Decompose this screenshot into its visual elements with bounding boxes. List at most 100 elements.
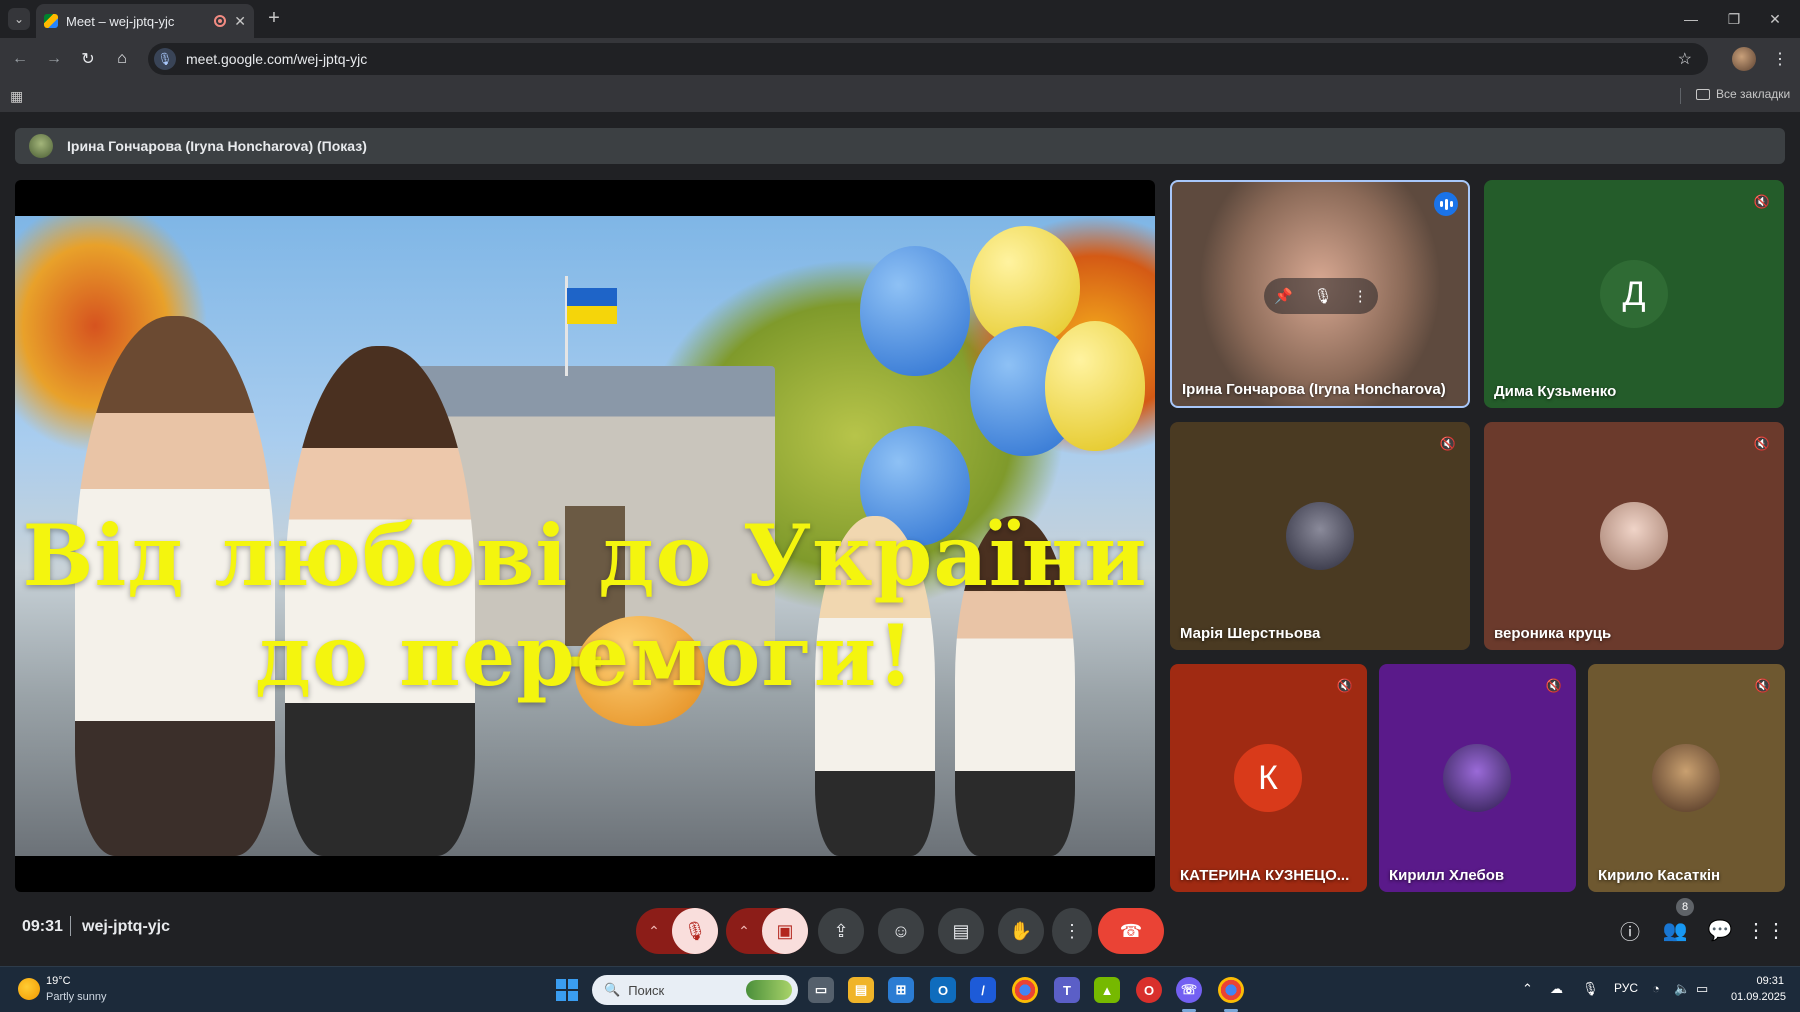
raise-hand-button[interactable]: ✋: [998, 908, 1044, 954]
windows-start-icon[interactable]: [556, 979, 578, 1001]
volume-icon[interactable]: 🔈: [1674, 981, 1690, 997]
tab-search-button[interactable]: ⌄: [8, 8, 30, 30]
camera-off-button[interactable]: ▣: [762, 908, 808, 954]
tab-groups-icon[interactable]: ▦: [10, 88, 26, 104]
participant-tile[interactable]: 🔇 Кирило Касаткін: [1588, 664, 1785, 892]
viber-icon[interactable]: ☏: [1176, 977, 1202, 1003]
meeting-code: wej-jptq-yjc: [82, 918, 171, 935]
microsoft-store-icon[interactable]: ⊞: [888, 977, 914, 1003]
profile-avatar[interactable]: [1732, 47, 1756, 71]
tab-title: Meet – wej-jptq-yjc: [66, 13, 175, 29]
pin-icon[interactable]: 📌: [1274, 287, 1293, 305]
chrome-active-icon[interactable]: [1218, 977, 1244, 1003]
camera-control: ⌃ ▣: [726, 908, 808, 954]
more-options-button[interactable]: ⋮: [1052, 908, 1092, 954]
tab-close-icon[interactable]: ✕: [234, 13, 246, 30]
all-bookmarks-button[interactable]: Все закладки: [1696, 87, 1790, 101]
participant-name: Кирилл Хлебов: [1389, 867, 1505, 884]
presenter-avatar: [29, 134, 53, 158]
participant-tile[interactable]: 📌 🎙 ⋮ Ірина Гончарова (Iryna Honcharova): [1170, 180, 1470, 408]
bookmarks-bar: ▦ Все закладки: [0, 80, 1800, 112]
participant-tile[interactable]: 🔇 Кирилл Хлебов: [1379, 664, 1576, 892]
participant-name: вероника круць: [1494, 625, 1612, 642]
participant-name: Ірина Гончарова (Iryna Honcharova): [1182, 381, 1446, 398]
tray-overflow-icon[interactable]: ⌃: [1522, 981, 1533, 997]
back-button[interactable]: ←: [8, 47, 32, 71]
microphone-tray-icon[interactable]: 🎙: [1582, 981, 1599, 997]
audio-options-chevron-icon[interactable]: ⌃: [636, 908, 672, 954]
video-options-chevron-icon[interactable]: ⌃: [726, 908, 762, 954]
file-explorer-icon[interactable]: ▤: [848, 977, 874, 1003]
present-screen-button[interactable]: ⇪: [818, 908, 864, 954]
reload-button[interactable]: ↻: [76, 47, 100, 71]
taskbar-search[interactable]: 🔍 Поиск: [592, 975, 798, 1005]
address-bar[interactable]: 🎙 meet.google.com/wej-jptq-yjc ☆: [148, 43, 1708, 75]
participant-tile[interactable]: 🔇 Марія Шерстньова: [1170, 422, 1470, 650]
presentation-slide: Від любові до України – до перемоги!: [15, 216, 1155, 856]
tile-controls: 📌 🎙 ⋮: [1264, 278, 1378, 314]
presentation-stage[interactable]: Від любові до України – до перемоги!: [15, 180, 1155, 892]
emoji-reactions-button[interactable]: ☺: [878, 908, 924, 954]
meeting-controls-bar: 09:31 wej-jptq-yjc ⌃ 🎙 ⌃ ▣ ⇪ ☺ ▤ ✋ ⋮ ☎ ⓘ…: [0, 892, 1800, 966]
url-text: meet.google.com/wej-jptq-yjc: [186, 51, 368, 67]
captions-button[interactable]: ▤: [938, 908, 984, 954]
browser-menu-icon[interactable]: ⋮: [1770, 47, 1790, 71]
search-placeholder: Поиск: [628, 982, 665, 998]
participant-tile[interactable]: 🔇 Д Дима Кузьменко: [1484, 180, 1784, 408]
wifi-icon[interactable]: ◔: [1652, 981, 1660, 996]
browser-tab-meet[interactable]: Meet – wej-jptq-yjc ✕: [36, 4, 254, 38]
close-window-button[interactable]: ✕: [1762, 8, 1788, 30]
participant-name: Дима Кузьменко: [1494, 383, 1617, 400]
people-count-badge: 8: [1676, 898, 1694, 916]
mic-off-icon: 🔇: [1754, 678, 1772, 693]
onedrive-icon[interactable]: ☁: [1550, 981, 1563, 997]
participant-name: Кирило Касаткін: [1598, 867, 1721, 884]
mic-off-icon: 🔇: [1439, 436, 1457, 451]
chrome-icon[interactable]: [1012, 977, 1038, 1003]
outlook-icon[interactable]: O: [930, 977, 956, 1003]
task-view-icon[interactable]: ▭: [808, 977, 834, 1003]
microphone-permission-icon[interactable]: 🎙: [154, 48, 176, 70]
avatar: [1286, 502, 1354, 570]
divider: [70, 916, 71, 936]
input-language[interactable]: РУС: [1614, 981, 1638, 995]
folder-icon: [1696, 88, 1710, 100]
taskbar-clock-date[interactable]: 01.09.2025: [1726, 991, 1786, 1003]
taskbar-clock-time[interactable]: 09:31: [1740, 975, 1784, 987]
weather-sun-icon[interactable]: [18, 978, 40, 1000]
more-options-icon[interactable]: ⋮: [1353, 287, 1368, 305]
mic-off-icon: 🔇: [1545, 678, 1563, 693]
search-highlight-image: [746, 980, 792, 1000]
windows-taskbar: 19°C Partly sunny 🔍 Поиск ▭ ▤ ⊞ O / T ▲ …: [0, 966, 1800, 1012]
participant-tile[interactable]: 🔇 К КАТЕРИНА КУЗНЕЦО...: [1170, 664, 1367, 892]
participant-tile[interactable]: 🔇 вероника круць: [1484, 422, 1784, 650]
battery-icon[interactable]: ▭: [1696, 981, 1708, 997]
home-button[interactable]: ⌂: [110, 47, 134, 71]
new-tab-button[interactable]: +: [262, 6, 286, 30]
speaking-indicator-icon: [1434, 192, 1458, 216]
blue-balloon: [860, 246, 970, 376]
nvidia-icon[interactable]: ▲: [1094, 977, 1120, 1003]
meeting-details-icon[interactable]: ⓘ: [1612, 912, 1648, 948]
minimize-button[interactable]: —: [1678, 8, 1704, 30]
mic-off-icon: 🔇: [1753, 436, 1771, 451]
opera-icon[interactable]: O: [1136, 977, 1162, 1003]
mic-off-button[interactable]: 🎙: [672, 908, 718, 954]
avatar: [1443, 744, 1511, 812]
chat-icon[interactable]: 💬: [1702, 912, 1738, 948]
editor-app-icon[interactable]: /: [970, 977, 996, 1003]
forward-button[interactable]: →: [42, 47, 66, 71]
people-icon[interactable]: 👥: [1657, 912, 1693, 948]
all-bookmarks-label: Все закладки: [1716, 87, 1791, 101]
leave-call-button[interactable]: ☎: [1098, 908, 1164, 954]
recording-icon: [214, 15, 227, 27]
presenter-bar: Ірина Гончарова (Iryna Honcharova) (Пока…: [15, 128, 1785, 164]
activities-icon[interactable]: ⋮⋮: [1746, 912, 1786, 948]
browser-toolbar: ← → ↻ ⌂ 🎙 meet.google.com/wej-jptq-yjc ☆…: [0, 38, 1800, 80]
bookmark-star-icon[interactable]: ☆: [1678, 49, 1692, 69]
mic-off-icon: 🔇: [1753, 194, 1771, 209]
teams-icon[interactable]: T: [1054, 977, 1080, 1003]
mute-participant-icon[interactable]: 🎙: [1313, 287, 1332, 305]
restore-button[interactable]: ❐: [1721, 8, 1747, 30]
microphone-control: ⌃ 🎙: [636, 908, 718, 954]
